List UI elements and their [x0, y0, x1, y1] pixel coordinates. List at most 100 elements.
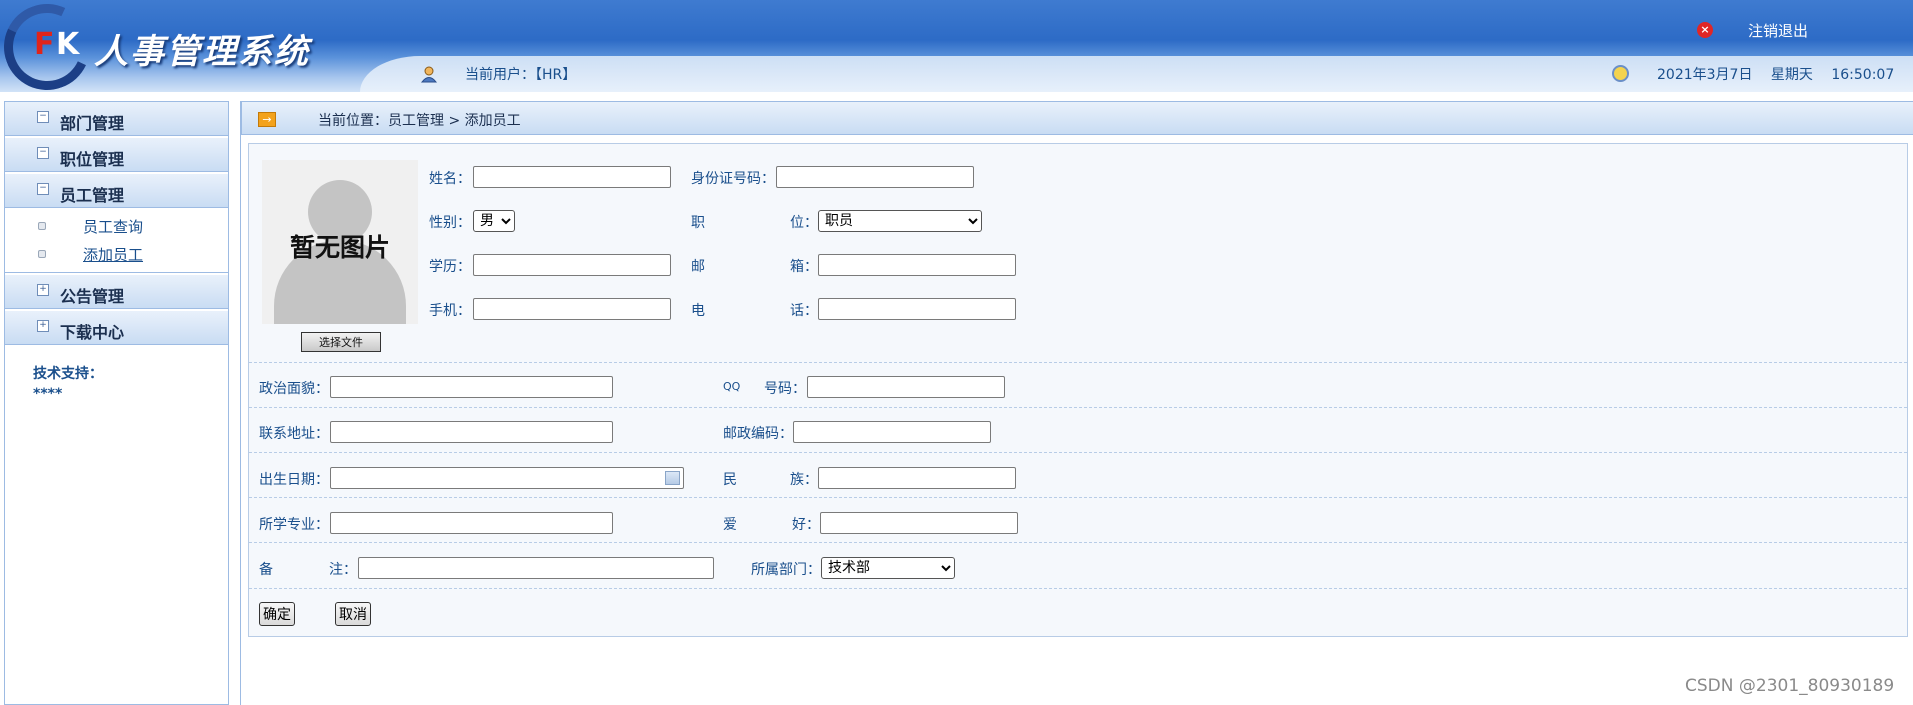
current-weekday: 星期天: [1770, 67, 1813, 83]
sidebar-menu-notice[interactable]: + 公告管理: [5, 275, 228, 309]
sidebar-menu-department[interactable]: − 部门管理: [5, 102, 228, 136]
hobby-label-a: 爱: [723, 517, 737, 533]
row-divider: [249, 362, 1907, 363]
watermark: CSDN @2301_80930189: [1685, 676, 1895, 696]
nation-label-a: 民: [723, 472, 737, 488]
current-time: 16:50:07: [1831, 67, 1895, 83]
education-input[interactable]: [473, 254, 671, 276]
user-icon: [420, 66, 438, 83]
birthday-input[interactable]: [330, 467, 684, 489]
qq-label-b: 号码：: [764, 381, 806, 397]
sidebar-item-label: 添加员工: [83, 246, 144, 264]
collapse-icon: −: [37, 183, 49, 195]
collapse-icon: −: [37, 147, 49, 159]
expand-icon: +: [37, 320, 49, 332]
logout-link[interactable]: 注销退出: [1748, 20, 1808, 41]
main-content: → 当前位置：员工管理 > 添加员工 暂无图片 选择文件 姓名： 身份证号码： …: [240, 101, 1913, 705]
party-label: 政治面貌：: [259, 381, 329, 397]
clock-icon: [1612, 65, 1629, 82]
birthday-label: 出生日期：: [259, 472, 329, 488]
nation-label-b: 族：: [790, 472, 818, 488]
phone-label-b: 话：: [790, 303, 818, 319]
position-label-a: 职: [691, 215, 705, 231]
sidebar-menu-position[interactable]: − 职位管理: [5, 138, 228, 172]
email-label-a: 邮: [691, 259, 705, 275]
sidebar-item-add-employee[interactable]: 添加员工: [5, 240, 228, 268]
sidebar-item-label: 员工查询: [83, 218, 144, 236]
nation-input[interactable]: [818, 467, 1016, 489]
logo-letter-f: F: [34, 27, 55, 62]
name-label: 姓名：: [429, 171, 471, 187]
phone-input[interactable]: [818, 298, 1016, 320]
row-divider: [249, 497, 1907, 498]
position-select[interactable]: 职员: [818, 210, 982, 232]
sidebar-menu-employee[interactable]: − 员工管理: [5, 174, 228, 208]
sidebar-menu-label: 公告管理: [60, 287, 125, 306]
sidebar: − 部门管理 − 职位管理 − 员工管理 员工查询 添加员工 + 公告管理 + …: [4, 101, 229, 705]
sidebar-menu-download[interactable]: + 下载中心: [5, 311, 228, 345]
sidebar-menu-label: 职位管理: [60, 150, 125, 169]
row-divider: [249, 452, 1907, 453]
party-input[interactable]: [330, 376, 613, 398]
row-divider: [249, 407, 1907, 408]
major-label: 所学专业：: [259, 517, 329, 533]
avatar-placeholder: 暂无图片: [262, 160, 418, 324]
qq-label-a: QQ: [723, 380, 741, 393]
app-title: 人事管理系统: [94, 32, 310, 72]
tech-support-title: 技术支持：: [33, 366, 103, 382]
sidebar-menu-label: 员工管理: [60, 186, 125, 205]
address-input[interactable]: [330, 421, 613, 443]
top-header: F K 人事管理系统 当前用户：【HR】 × 注销退出 2021年3月7日 星期…: [0, 0, 1913, 92]
hobby-input[interactable]: [820, 512, 1018, 534]
sidebar-item-employee-query[interactable]: 员工查询: [5, 212, 228, 240]
position-label-b: 位：: [790, 215, 818, 231]
current-user-label: 当前用户：【HR】: [465, 67, 577, 83]
row-divider: [249, 542, 1907, 543]
phone-label-a: 电: [691, 303, 705, 319]
tech-support: 技术支持： ****: [33, 364, 103, 404]
mobile-input[interactable]: [473, 298, 671, 320]
gender-select[interactable]: 男: [473, 210, 515, 232]
remark-input[interactable]: [358, 557, 714, 579]
remark-label-a: 备: [259, 562, 273, 578]
name-input[interactable]: [473, 166, 671, 188]
gender-label: 性别：: [429, 215, 471, 231]
confirm-button[interactable]: 确定: [259, 602, 295, 626]
department-label: 所属部门：: [751, 562, 821, 578]
expand-icon: +: [37, 284, 49, 296]
major-input[interactable]: [330, 512, 613, 534]
choose-file-button[interactable]: 选择文件: [301, 332, 381, 352]
hobby-label-b: 好：: [792, 517, 820, 533]
bullet-icon: [38, 250, 46, 258]
department-select[interactable]: 技术部: [821, 557, 955, 579]
qq-input[interactable]: [807, 376, 1005, 398]
idcard-label: 身份证号码：: [691, 171, 775, 187]
email-input[interactable]: [818, 254, 1016, 276]
row-divider: [249, 588, 1907, 589]
breadcrumb: → 当前位置：员工管理 > 添加员工: [241, 101, 1913, 135]
email-label-b: 箱：: [790, 259, 818, 275]
tech-support-value: ****: [33, 386, 63, 402]
logout-icon[interactable]: ×: [1697, 22, 1713, 38]
postcode-input[interactable]: [793, 421, 991, 443]
calendar-icon[interactable]: [665, 471, 680, 485]
datetime: 2021年3月7日 星期天 16:50:07: [1657, 64, 1908, 84]
postcode-label: 邮政编码：: [723, 426, 793, 442]
education-label: 学历：: [429, 259, 471, 275]
current-date: 2021年3月7日: [1657, 67, 1753, 83]
breadcrumb-text: 当前位置：员工管理 > 添加员工: [318, 113, 521, 129]
collapse-icon: −: [37, 111, 49, 123]
logo-letter-k: K: [56, 27, 80, 62]
arrow-icon: →: [258, 112, 276, 127]
bullet-icon: [38, 222, 46, 230]
cancel-button[interactable]: 取消: [335, 602, 371, 626]
employee-submenu: 员工查询 添加员工: [5, 210, 228, 273]
add-employee-form: 暂无图片 选择文件 姓名： 身份证号码： 性别： 男 职 位： 职员 学历： 邮…: [248, 143, 1908, 637]
idcard-input[interactable]: [776, 166, 974, 188]
remark-label-b: 注：: [329, 562, 357, 578]
no-image-text: 暂无图片: [289, 233, 390, 262]
sidebar-menu-label: 下载中心: [60, 323, 125, 342]
address-label: 联系地址：: [259, 426, 329, 442]
mobile-label: 手机：: [429, 303, 471, 319]
sidebar-menu-label: 部门管理: [60, 114, 125, 133]
